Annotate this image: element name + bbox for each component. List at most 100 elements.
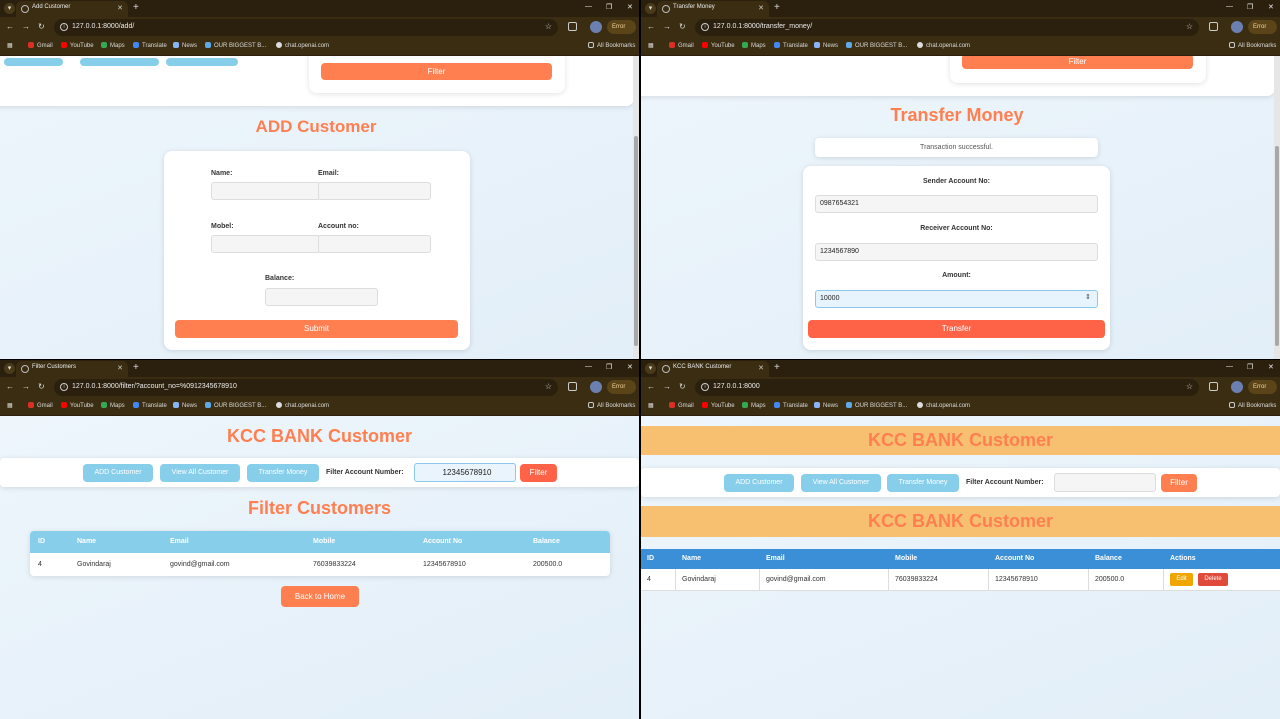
- restore-icon[interactable]: ❐: [606, 3, 612, 11]
- bookmark-maps[interactable]: Maps: [742, 402, 766, 409]
- name-field[interactable]: [211, 182, 321, 200]
- new-tab-button[interactable]: +: [774, 2, 780, 13]
- bookmark-gmail[interactable]: Gmail: [28, 42, 53, 49]
- forward-icon[interactable]: →: [663, 382, 671, 391]
- bookmark-our-biggest[interactable]: OUR BIGGEST B...: [846, 402, 907, 409]
- browser-tab[interactable]: Add Customer ✕: [16, 1, 128, 17]
- tab-search-icon[interactable]: ▾: [4, 363, 15, 374]
- scrollbar[interactable]: [1274, 56, 1280, 359]
- add-customer-button[interactable]: ADD Customer: [83, 464, 153, 482]
- bookmark-translate[interactable]: Translate: [774, 42, 808, 49]
- apps-grid-icon[interactable]: ▦: [648, 402, 654, 409]
- back-to-home-button[interactable]: Back to Home: [281, 586, 359, 607]
- new-tab-button[interactable]: +: [133, 362, 139, 373]
- mobel-field[interactable]: [211, 235, 321, 253]
- close-tab-icon[interactable]: ✕: [117, 4, 123, 12]
- forward-icon[interactable]: →: [22, 22, 30, 31]
- tab-search-icon[interactable]: ▾: [645, 363, 656, 374]
- email-field[interactable]: [318, 182, 431, 200]
- apps-grid-icon[interactable]: ▦: [648, 42, 654, 49]
- reload-icon[interactable]: ↻: [38, 382, 45, 391]
- browser-tab[interactable]: KCC BANK Customer ✕: [657, 361, 769, 377]
- bookmark-star-icon[interactable]: ☆: [1186, 22, 1193, 31]
- submit-button[interactable]: Submit: [175, 320, 458, 338]
- extensions-icon[interactable]: [1209, 382, 1218, 391]
- transfer-button[interactable]: Transfer: [808, 320, 1105, 338]
- all-bookmarks[interactable]: All Bookmarks: [588, 42, 635, 49]
- amount-field[interactable]: 10000: [815, 290, 1098, 308]
- scrollbar-thumb[interactable]: [634, 136, 638, 346]
- close-tab-icon[interactable]: ✕: [758, 4, 764, 12]
- site-info-icon[interactable]: i: [60, 23, 68, 31]
- extensions-icon[interactable]: [568, 22, 577, 31]
- transfer-money-button[interactable]: Transfer Money: [887, 474, 959, 492]
- bookmark-maps[interactable]: Maps: [101, 42, 125, 49]
- error-badge[interactable]: Error: [1248, 380, 1277, 394]
- profile-avatar[interactable]: [590, 21, 602, 33]
- nav-button-partial[interactable]: [166, 58, 238, 66]
- bookmark-news[interactable]: News: [814, 402, 838, 409]
- balance-field[interactable]: [265, 288, 378, 306]
- close-tab-icon[interactable]: ✕: [117, 364, 123, 372]
- new-tab-button[interactable]: +: [133, 2, 139, 13]
- spinner-icon[interactable]: ⇕: [1085, 293, 1091, 301]
- minimize-icon[interactable]: —: [1226, 363, 1233, 370]
- bookmark-gmail[interactable]: Gmail: [28, 402, 53, 409]
- error-badge[interactable]: Error: [607, 20, 636, 34]
- bookmark-news[interactable]: News: [814, 42, 838, 49]
- extensions-icon[interactable]: [568, 382, 577, 391]
- forward-icon[interactable]: →: [22, 382, 30, 391]
- view-all-customer-button[interactable]: View All Customer: [160, 464, 240, 482]
- bookmark-translate[interactable]: Translate: [133, 42, 167, 49]
- bookmark-youtube[interactable]: YouTube: [61, 42, 94, 49]
- filter-account-input[interactable]: [1054, 473, 1156, 492]
- restore-icon[interactable]: ❐: [1247, 3, 1253, 11]
- add-customer-button[interactable]: ADD Customer: [724, 474, 794, 492]
- back-icon[interactable]: ←: [6, 382, 14, 391]
- account-no-field[interactable]: [318, 235, 431, 253]
- back-icon[interactable]: ←: [647, 382, 655, 391]
- nav-button-partial[interactable]: [4, 58, 63, 66]
- bookmark-chatgpt[interactable]: chat.openai.com: [276, 402, 329, 409]
- site-info-icon[interactable]: i: [701, 383, 709, 391]
- back-icon[interactable]: ←: [6, 22, 14, 31]
- bookmark-our-biggest[interactable]: OUR BIGGEST B...: [205, 42, 266, 49]
- extensions-icon[interactable]: [1209, 22, 1218, 31]
- minimize-icon[interactable]: —: [585, 3, 592, 10]
- address-bar[interactable]: i 127.0.0.1:8000/filter/?account_no=%091…: [54, 379, 558, 396]
- bookmark-our-biggest[interactable]: OUR BIGGEST B...: [205, 402, 266, 409]
- bookmark-youtube[interactable]: YouTube: [61, 402, 94, 409]
- close-window-icon[interactable]: ✕: [627, 363, 633, 371]
- edit-button[interactable]: Edit: [1170, 573, 1193, 586]
- filter-button[interactable]: Filter: [520, 464, 557, 482]
- bookmark-star-icon[interactable]: ☆: [1186, 382, 1193, 391]
- profile-avatar[interactable]: [1231, 381, 1243, 393]
- address-bar[interactable]: i 127.0.0.1:8000 ☆: [695, 379, 1199, 396]
- bookmark-gmail[interactable]: Gmail: [669, 402, 694, 409]
- delete-button[interactable]: Delete: [1198, 573, 1228, 586]
- profile-avatar[interactable]: [1231, 21, 1243, 33]
- sender-account-field[interactable]: 0987654321: [815, 195, 1098, 213]
- bookmark-star-icon[interactable]: ☆: [545, 22, 552, 31]
- bookmark-maps[interactable]: Maps: [742, 42, 766, 49]
- all-bookmarks[interactable]: All Bookmarks: [588, 402, 635, 409]
- filter-button[interactable]: Filter: [962, 56, 1193, 69]
- all-bookmarks[interactable]: All Bookmarks: [1229, 402, 1276, 409]
- error-badge[interactable]: Error: [1248, 20, 1277, 34]
- tab-search-icon[interactable]: ▾: [645, 3, 656, 14]
- apps-grid-icon[interactable]: ▦: [7, 402, 13, 409]
- bookmark-translate[interactable]: Translate: [774, 402, 808, 409]
- forward-icon[interactable]: →: [663, 22, 671, 31]
- all-bookmarks[interactable]: All Bookmarks: [1229, 42, 1276, 49]
- bookmark-youtube[interactable]: YouTube: [702, 42, 735, 49]
- error-badge[interactable]: Error: [607, 380, 636, 394]
- transfer-money-button[interactable]: Transfer Money: [247, 464, 319, 482]
- restore-icon[interactable]: ❐: [606, 363, 612, 371]
- filter-button[interactable]: Filter: [1161, 474, 1197, 492]
- scrollbar-thumb[interactable]: [1275, 146, 1279, 346]
- browser-tab[interactable]: Filter Customers ✕: [16, 361, 128, 377]
- bookmark-youtube[interactable]: YouTube: [702, 402, 735, 409]
- scrollbar[interactable]: [633, 56, 639, 359]
- close-window-icon[interactable]: ✕: [1268, 3, 1274, 11]
- reload-icon[interactable]: ↻: [679, 382, 686, 391]
